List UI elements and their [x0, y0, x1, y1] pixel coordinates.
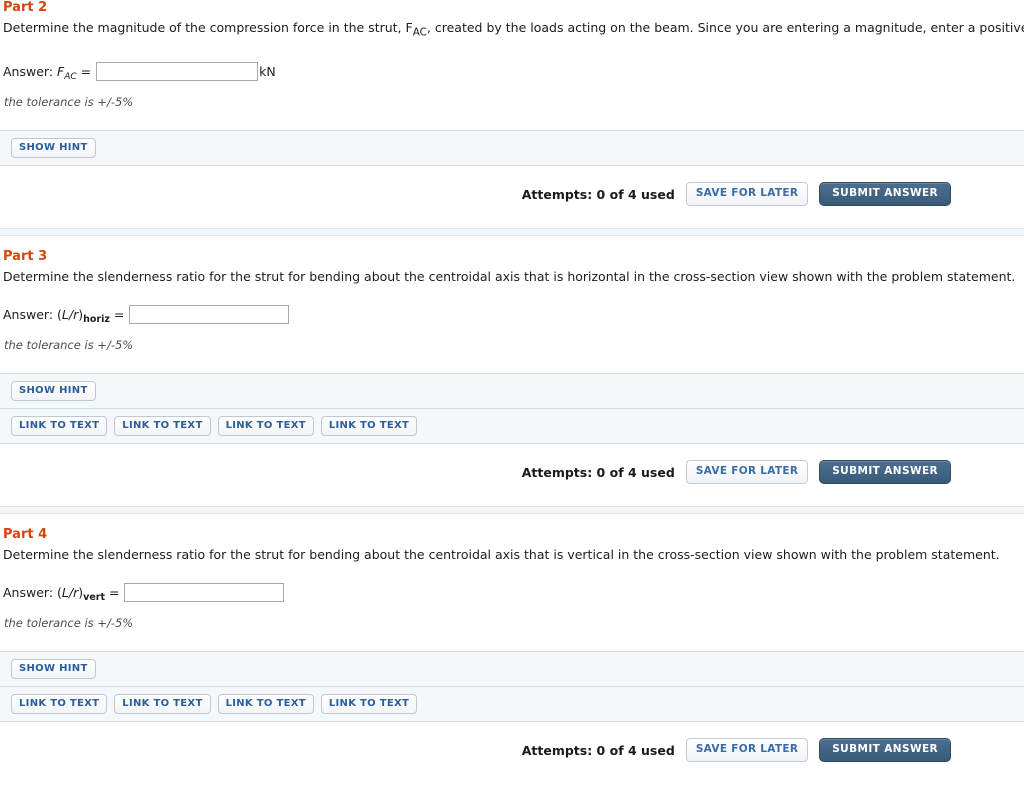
- equals-sign-2: =: [80, 64, 92, 79]
- assignment-page: Part 2 Determine the magnitude of the co…: [0, 0, 1024, 764]
- link-to-text-button-4-3[interactable]: LINK TO TEXT: [217, 693, 314, 714]
- equals-sign-3: =: [113, 307, 125, 322]
- submit-answer-button-4[interactable]: SUBMIT ANSWER: [819, 738, 951, 762]
- part-heading-4: Part 4: [3, 526, 48, 542]
- submit-answer-button-2[interactable]: SUBMIT ANSWER: [819, 182, 951, 206]
- answer-symbol-sub-2: AC: [64, 72, 77, 82]
- part-block-2: Part 2 Determine the magnitude of the co…: [0, 0, 1024, 208]
- link-to-text-button-3-4[interactable]: LINK TO TEXT: [320, 415, 418, 436]
- answer-label-3: Answer: (L/r)horiz: [3, 307, 110, 325]
- hint-panel-stack-4: SHOW HINT LINK TO TEXT LINK TO TEXT LINK…: [0, 650, 1024, 722]
- prompt-symbol-sub-2: AC: [412, 26, 427, 39]
- part-divider-1: [0, 227, 1024, 236]
- attempt-row-4: Attempts: 0 of 4 used SAVE FOR LATER SUB…: [0, 722, 1024, 764]
- answer-row-2: Answer: FAC = kN: [0, 42, 1024, 84]
- show-hint-button-4[interactable]: SHOW HINT: [11, 658, 96, 679]
- part-prompt-2: Determine the magnitude of the compressi…: [0, 16, 1024, 42]
- hint-row-4: SHOW HINT: [0, 651, 1024, 686]
- answer-label-2: Answer: FAC: [3, 64, 77, 82]
- part-block-4: Part 4 Determine the slenderness ratio f…: [0, 527, 1024, 764]
- part-heading-2: Part 2: [3, 0, 48, 15]
- hint-panel-stack-2: SHOW HINT: [0, 129, 1024, 166]
- answer-row-3: Answer: (L/r)horiz =: [0, 285, 1024, 327]
- part-divider-2: [0, 505, 1024, 514]
- attempts-counter-3: Attempts: 0 of 4 used: [521, 464, 675, 480]
- answer-prefix-2: Answer:: [3, 64, 54, 79]
- link-to-text-button-3-1[interactable]: LINK TO TEXT: [11, 415, 108, 436]
- answer-input-part-3[interactable]: [129, 305, 290, 324]
- tolerance-note-2: the tolerance is +/-5%: [4, 94, 134, 109]
- hint-row-3: SHOW HINT: [0, 373, 1024, 408]
- link-to-text-button-3-2[interactable]: LINK TO TEXT: [114, 415, 211, 436]
- hint-panel-stack-3: SHOW HINT LINK TO TEXT LINK TO TEXT LINK…: [0, 372, 1024, 444]
- part-heading-3: Part 3: [3, 248, 48, 264]
- link-to-text-button-4-4[interactable]: LINK TO TEXT: [320, 693, 418, 714]
- answer-input-part-4[interactable]: [124, 583, 285, 602]
- hint-row-2: SHOW HINT: [0, 130, 1024, 165]
- link-to-text-button-3-3[interactable]: LINK TO TEXT: [217, 415, 314, 436]
- attempts-counter-4: Attempts: 0 of 4 used: [521, 742, 675, 758]
- show-hint-button-2[interactable]: SHOW HINT: [11, 137, 96, 158]
- equals-sign-4: =: [109, 585, 120, 600]
- answer-unit-2: kN: [259, 64, 276, 79]
- save-for-later-button-4[interactable]: SAVE FOR LATER: [685, 738, 809, 762]
- save-for-later-button-2[interactable]: SAVE FOR LATER: [685, 182, 809, 206]
- part-block-3: Part 3 Determine the slenderness ratio f…: [0, 249, 1024, 486]
- part-prompt-4: Determine the slenderness ratio for the …: [3, 546, 1000, 562]
- link-to-text-row-4: LINK TO TEXT LINK TO TEXT LINK TO TEXT L…: [0, 685, 1024, 721]
- tolerance-note-3: the tolerance is +/-5%: [4, 337, 134, 352]
- answer-label-4: Answer: (L/r)vert: [3, 585, 105, 603]
- answer-symbol-sub-3: horiz: [83, 314, 110, 325]
- answer-symbol-main-4: L/r: [61, 585, 79, 600]
- answer-prefix-3: Answer:: [3, 307, 54, 322]
- save-for-later-button-3[interactable]: SAVE FOR LATER: [685, 460, 809, 484]
- submit-answer-button-3[interactable]: SUBMIT ANSWER: [819, 460, 951, 484]
- attempt-row-2: Attempts: 0 of 4 used SAVE FOR LATER SUB…: [0, 166, 1024, 208]
- answer-symbol-main-3: L/r: [61, 307, 79, 322]
- link-to-text-row-3: LINK TO TEXT LINK TO TEXT LINK TO TEXT L…: [0, 407, 1024, 443]
- answer-prefix-4: Answer:: [3, 585, 54, 600]
- answer-input-part-2[interactable]: [96, 62, 259, 81]
- prompt-text-after-2: , created by the loads acting on the bea…: [426, 20, 1024, 35]
- tolerance-note-4: the tolerance is +/-5%: [4, 615, 134, 630]
- attempts-counter-2: Attempts: 0 of 4 used: [521, 186, 675, 202]
- show-hint-button-3[interactable]: SHOW HINT: [11, 380, 96, 401]
- link-to-text-button-4-2[interactable]: LINK TO TEXT: [114, 693, 211, 714]
- prompt-symbol-main-2: F: [405, 20, 413, 35]
- part-prompt-3: Determine the slenderness ratio for the …: [3, 268, 1016, 284]
- prompt-text-before-2: Determine the magnitude of the compressi…: [3, 20, 406, 35]
- answer-row-4: Answer: (L/r)vert =: [0, 563, 1024, 605]
- attempt-row-3: Attempts: 0 of 4 used SAVE FOR LATER SUB…: [0, 444, 1024, 486]
- answer-symbol-sub-4: vert: [83, 592, 105, 603]
- link-to-text-button-4-1[interactable]: LINK TO TEXT: [11, 693, 108, 714]
